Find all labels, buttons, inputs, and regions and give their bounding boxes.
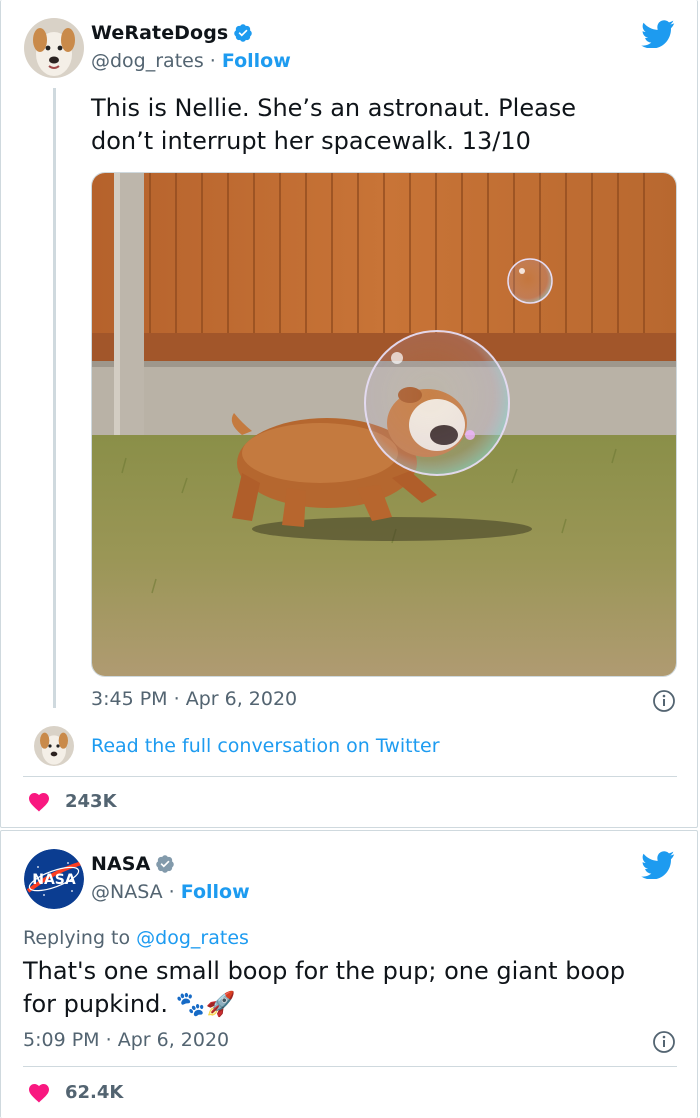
bulldog-bubble-photo [92,173,676,676]
tweet-text-line-2: for pupkind. 🐾🚀 [23,988,683,1021]
tweet-date: Apr 6, 2020 [117,1029,230,1051]
tweet-card-werate-dogs: WeRateDogs @dog_rates · Follow This is N… [0,0,698,828]
separator-dot: · [173,688,186,710]
thread-line [53,88,56,708]
replying-to-mention[interactable]: @dog_rates [136,927,249,949]
tweet-date: Apr 6, 2020 [185,688,298,710]
separator-dot: · [168,881,175,903]
tweet-timestamp[interactable]: 3:45 PM · Apr 6, 2020 [91,688,297,710]
like-button[interactable]: 243K [27,790,117,812]
heart-icon [29,1084,49,1103]
author-handle[interactable]: @dog_rates [91,50,204,72]
divider [23,1066,677,1067]
author-name[interactable]: NASA [91,853,150,875]
tweet-text-line-2-text: for pupkind. [23,990,168,1018]
separator-dot: · [209,50,216,72]
info-icon[interactable] [652,1030,676,1054]
tweet-text-line-1: That's one small boop for the pup; one g… [23,957,626,985]
read-conversation-link[interactable]: Read the full conversation on Twitter [91,735,440,757]
verified-badge-icon [234,24,253,42]
nasa-logo-text: NASA [32,872,76,888]
author-name[interactable]: WeRateDogs [91,22,228,44]
like-count: 243K [65,790,117,812]
follow-button[interactable]: Follow [222,50,291,72]
author-name-row: WeRateDogs [91,22,253,44]
author-name-row: NASA [91,853,175,875]
info-icon[interactable] [652,689,676,713]
tweet-card-nasa: NASA NASA @NASA · Follow Replying to @do… [0,830,698,1118]
tweet-text: That's one small boop for the pup; one g… [23,955,683,1021]
twitter-logo-icon[interactable] [641,20,675,48]
replying-to: Replying to @dog_rates [23,927,249,949]
author-handle-row: @dog_rates · Follow [91,50,291,72]
tweet-text: This is Nellie. She’s an astronaut. Plea… [91,94,577,155]
author-handle[interactable]: @NASA [91,881,163,903]
like-count: 62.4K [65,1081,124,1103]
werate-dogs-avatar-small[interactable] [34,726,74,766]
author-handle-row: @NASA · Follow [91,881,250,903]
tweet-time: 5:09 PM [23,1029,100,1051]
verified-badge-icon [156,855,175,873]
paw-rocket-emoji: 🐾🚀 [175,990,236,1018]
tweet-timestamp[interactable]: 5:09 PM · Apr 6, 2020 [23,1029,229,1051]
werate-dogs-avatar[interactable] [24,18,84,78]
like-button[interactable]: 62.4K [27,1081,123,1103]
twitter-logo-icon[interactable] [641,851,675,879]
heart-icon [29,793,49,812]
replying-to-label: Replying to [23,927,131,949]
tweet-time: 3:45 PM [91,688,168,710]
nasa-avatar[interactable]: NASA [24,849,84,909]
follow-button[interactable]: Follow [181,881,250,903]
separator-dot: · [105,1029,118,1051]
divider [23,776,677,777]
tweet-photo[interactable] [91,172,677,677]
